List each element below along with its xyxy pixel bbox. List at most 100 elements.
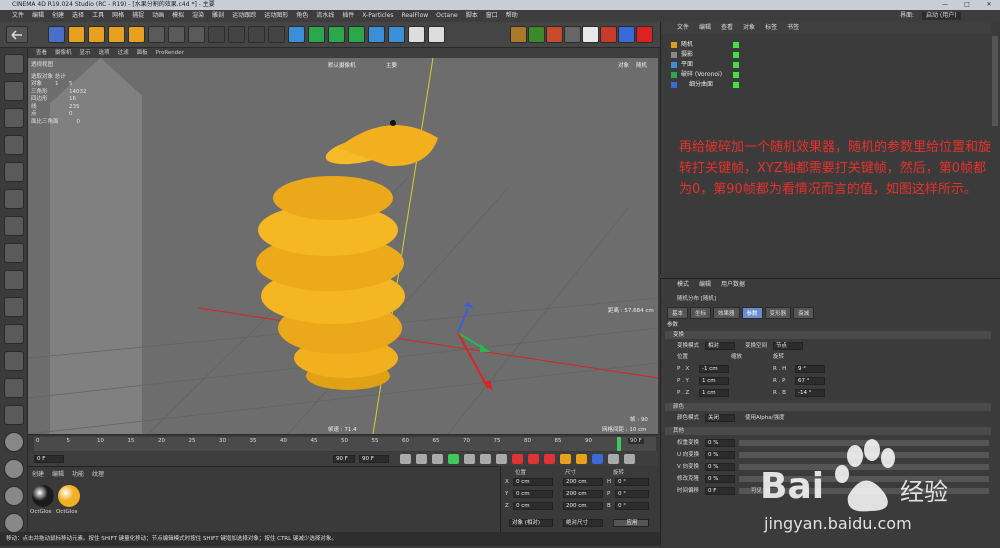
left-tool-icon[interactable] [4,162,24,182]
left-tool-icon[interactable] [4,81,24,101]
left-tool-icon[interactable] [4,378,24,398]
object-manager-tab[interactable]: 对象 [743,22,755,34]
menu-item[interactable]: 创建 [52,10,64,22]
rot-field[interactable]: 67 ° [795,377,825,385]
toolbar-tool-icon[interactable] [148,26,165,43]
toolbar-tool-icon[interactable] [408,26,425,43]
menu-item[interactable]: 动画 [152,10,164,22]
size-mode-dropdown[interactable]: 绝对尺寸 [563,519,603,527]
playback-button-icon[interactable] [608,454,619,464]
viewport-menu-item[interactable]: 摄像机 [55,48,72,58]
object-checkmark-icon[interactable] [733,42,739,48]
object-manager-tab[interactable]: 文件 [677,22,689,34]
layout-selector[interactable]: 界面: 启动 (用户) [660,10,1000,22]
toolbar-tool-icon[interactable] [308,26,325,43]
end-frame-field[interactable]: 90 F [359,455,389,463]
playback-button-icon[interactable] [416,454,427,464]
side-strip[interactable] [992,36,998,126]
material-ball[interactable] [32,485,54,507]
playback-button-icon[interactable] [560,454,571,464]
pos-field[interactable]: -1 cm [699,365,729,373]
size-field[interactable]: 200 cm [563,490,603,498]
menu-item[interactable]: 文件 [12,10,24,22]
menu-item[interactable]: 渲染 [192,10,204,22]
menu-item[interactable]: Octane [436,10,458,22]
menu-item[interactable]: 雕刻 [212,10,224,22]
layout-dropdown[interactable]: 启动 (用户) [922,12,961,20]
playback-button-icon[interactable] [544,454,555,464]
menu-item[interactable]: 编辑 [32,10,44,22]
left-tool-icon[interactable] [4,513,24,533]
object-checkmark-icon[interactable] [733,72,739,78]
menu-item[interactable]: 窗口 [486,10,498,22]
toolbar-tool-icon[interactable] [268,26,285,43]
other-field[interactable]: 0 % [705,475,735,483]
toolbar-tool-icon[interactable] [88,26,105,43]
other-field[interactable]: 0 % [705,451,735,459]
menu-item[interactable]: 插件 [342,10,354,22]
position-checkbox[interactable]: 位置 [677,353,688,361]
viewport-menu-item[interactable]: 查看 [36,48,47,58]
object-row[interactable]: 随机 [681,40,693,50]
viewport-menu-item[interactable]: 面板 [137,48,148,58]
toolbar-tool-icon[interactable] [228,26,245,43]
object-checkmark-icon[interactable] [733,62,739,68]
render-tool-icon[interactable] [546,26,563,43]
max-frame-field[interactable]: 90 F [333,455,355,463]
object-row[interactable]: 破碎 (Voronoi) [681,70,722,80]
left-tool-icon[interactable] [4,405,24,425]
toolbar-tool-icon[interactable] [168,26,185,43]
toolbar-tool-icon[interactable] [288,26,305,43]
render-tool-icon[interactable] [528,26,545,43]
section-color[interactable]: 颜色 [665,403,991,411]
attribute-tab[interactable]: 基本 [667,307,689,319]
random-button[interactable]: 随机 [636,61,647,69]
toolbar-tool-icon[interactable] [368,26,385,43]
toolbar-tool-icon[interactable] [348,26,365,43]
playback-button-icon[interactable] [496,454,507,464]
left-tool-icon[interactable] [4,459,24,479]
object-manager-tab[interactable]: 书签 [787,22,799,34]
playback-button-icon[interactable] [464,454,475,464]
object-checkmark-icon[interactable] [733,52,739,58]
playback-button-icon[interactable] [480,454,491,464]
other-field[interactable]: 0 % [705,463,735,471]
object-manager-tab[interactable]: 编辑 [699,22,711,34]
viewport-3d[interactable]: 透视视图 选取对象 总计 对象 1 5 三角形 14032 四边形 16 线 235 点 0 面比三角… [28,58,658,434]
left-tool-icon[interactable] [4,135,24,155]
size-field[interactable]: 200 cm [563,478,603,486]
playback-button-icon[interactable] [528,454,539,464]
menu-item[interactable]: X-Particles [362,10,393,22]
attribute-tab[interactable]: 衰减 [793,307,815,319]
left-tool-icon[interactable] [4,297,24,317]
coord-mode-dropdown[interactable]: 对象 (相对) [509,519,553,527]
playhead[interactable] [617,437,621,451]
rot-field[interactable]: -14 ° [795,389,825,397]
color-mode-dropdown[interactable]: 关闭 [705,414,735,422]
position-field[interactable]: 0 cm [513,478,553,486]
left-tool-icon[interactable] [4,243,24,263]
transform-mode-dropdown[interactable]: 相对 [705,342,735,350]
maximize-button[interactable]: □ [956,0,978,10]
rotation-checkbox[interactable]: 旋转 [773,353,784,361]
left-tool-icon[interactable] [4,351,24,371]
object-manager-tab[interactable]: 标签 [765,22,777,34]
undo-icon[interactable] [6,26,28,43]
menu-item[interactable]: 工具 [92,10,104,22]
section-transform[interactable]: 变换 [665,331,991,339]
timeline[interactable]: 90 F 0 5 10 15 20 25 30 35 40 45 50 55 60 65 70 75 80 85 9… [28,434,658,452]
material-ball[interactable] [58,485,80,507]
attribute-menu-item[interactable]: 模式 [677,279,689,290]
start-frame-field[interactable]: 0 F [34,455,64,463]
rotation-field[interactable]: 0 ° [615,478,649,486]
left-tool-icon[interactable] [4,324,24,344]
toolbar-tool-icon[interactable] [248,26,265,43]
attribute-tab[interactable]: 坐标 [690,307,712,319]
attribute-tab[interactable]: 效果器 [713,307,740,319]
toolbar-tool-icon[interactable] [128,26,145,43]
material-menu-item[interactable]: 功能 [72,469,84,478]
toolbar-tool-icon[interactable] [188,26,205,43]
material-menu-item[interactable]: 编辑 [52,469,64,478]
viewport-menu-item[interactable]: 过滤 [118,48,129,58]
menu-item[interactable]: RealFlow [402,10,429,22]
